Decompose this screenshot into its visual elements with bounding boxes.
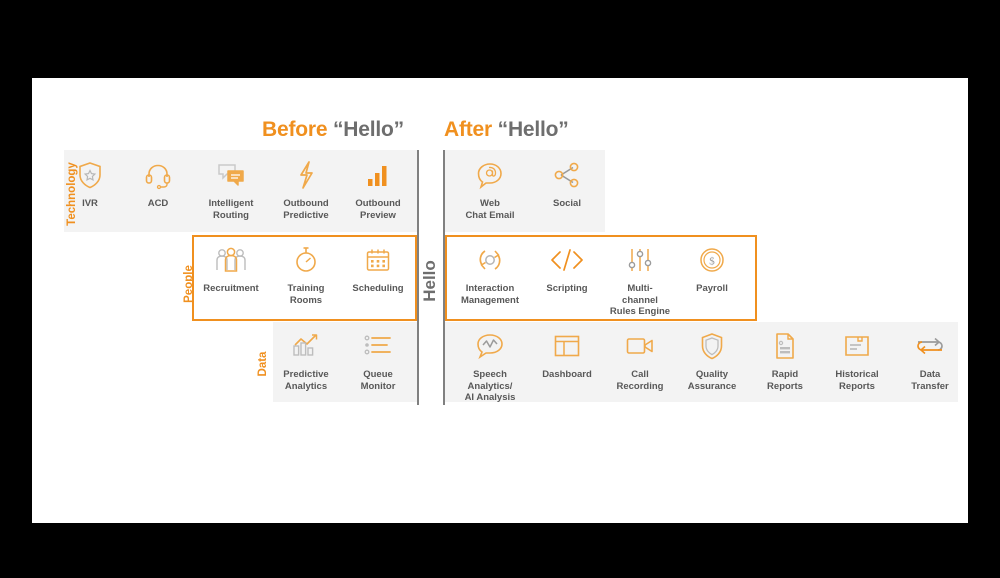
people-group-icon <box>188 245 274 275</box>
slide-canvas: Before “Hello” After “Hello” Technology … <box>32 78 968 523</box>
heading-after-rest: “Hello” <box>497 118 569 141</box>
item-web-chat-email[interactable]: Web Chat Email <box>447 160 533 221</box>
item-data-transfer[interactable]: Data Transfer <box>887 331 973 392</box>
item-interaction-management[interactable]: Interaction Management <box>447 245 533 306</box>
speech-waveform-icon <box>447 331 533 361</box>
item-label: Payroll <box>696 283 728 294</box>
item-label: Data Transfer <box>911 369 949 392</box>
item-label: Scheduling <box>352 283 404 294</box>
item-label: Social <box>553 198 581 209</box>
item-label: Outbound Preview <box>355 198 401 221</box>
item-label: Intelligent Routing <box>208 198 254 221</box>
item-speech-analytics[interactable]: Speech Analytics/ AI Analysis <box>447 331 533 404</box>
at-bubble-icon <box>447 160 533 190</box>
bar-chart-icon <box>335 160 421 190</box>
exchange-arrows-icon <box>887 331 973 361</box>
item-recruitment[interactable]: Recruitment <box>188 245 274 295</box>
chat-bubbles-icon <box>188 160 274 190</box>
item-outbound-preview[interactable]: Outbound Preview <box>335 160 421 221</box>
item-label: Interaction Management <box>460 283 520 306</box>
heading-after-accent: After <box>444 118 493 141</box>
heading-after-hello: After “Hello” <box>444 118 569 142</box>
item-label: Web Chat Email <box>465 198 515 221</box>
svg-text:$: $ <box>709 256 715 268</box>
item-payroll[interactable]: $ Payroll <box>669 245 755 295</box>
list-queue-icon <box>335 331 421 361</box>
refresh-cycle-icon <box>447 245 533 275</box>
item-scheduling[interactable]: Scheduling <box>335 245 421 295</box>
divider-hello-label: Hello <box>420 260 439 302</box>
item-queue-monitor[interactable]: Queue Monitor <box>335 331 421 392</box>
heading-before-hello: Before “Hello” <box>262 118 404 142</box>
item-social[interactable]: Social <box>524 160 610 210</box>
item-label: Queue Monitor <box>360 369 396 392</box>
heading-before-accent: Before <box>262 118 328 141</box>
coin-dollar-icon: $ <box>669 245 755 275</box>
heading-before-rest: “Hello” <box>332 118 404 141</box>
item-intelligent-routing[interactable]: Intelligent Routing <box>188 160 274 221</box>
item-label: Speech Analytics/ AI Analysis <box>464 369 516 403</box>
calendar-icon <box>335 245 421 275</box>
item-label: Recruitment <box>203 283 259 294</box>
share-network-icon <box>524 160 610 190</box>
